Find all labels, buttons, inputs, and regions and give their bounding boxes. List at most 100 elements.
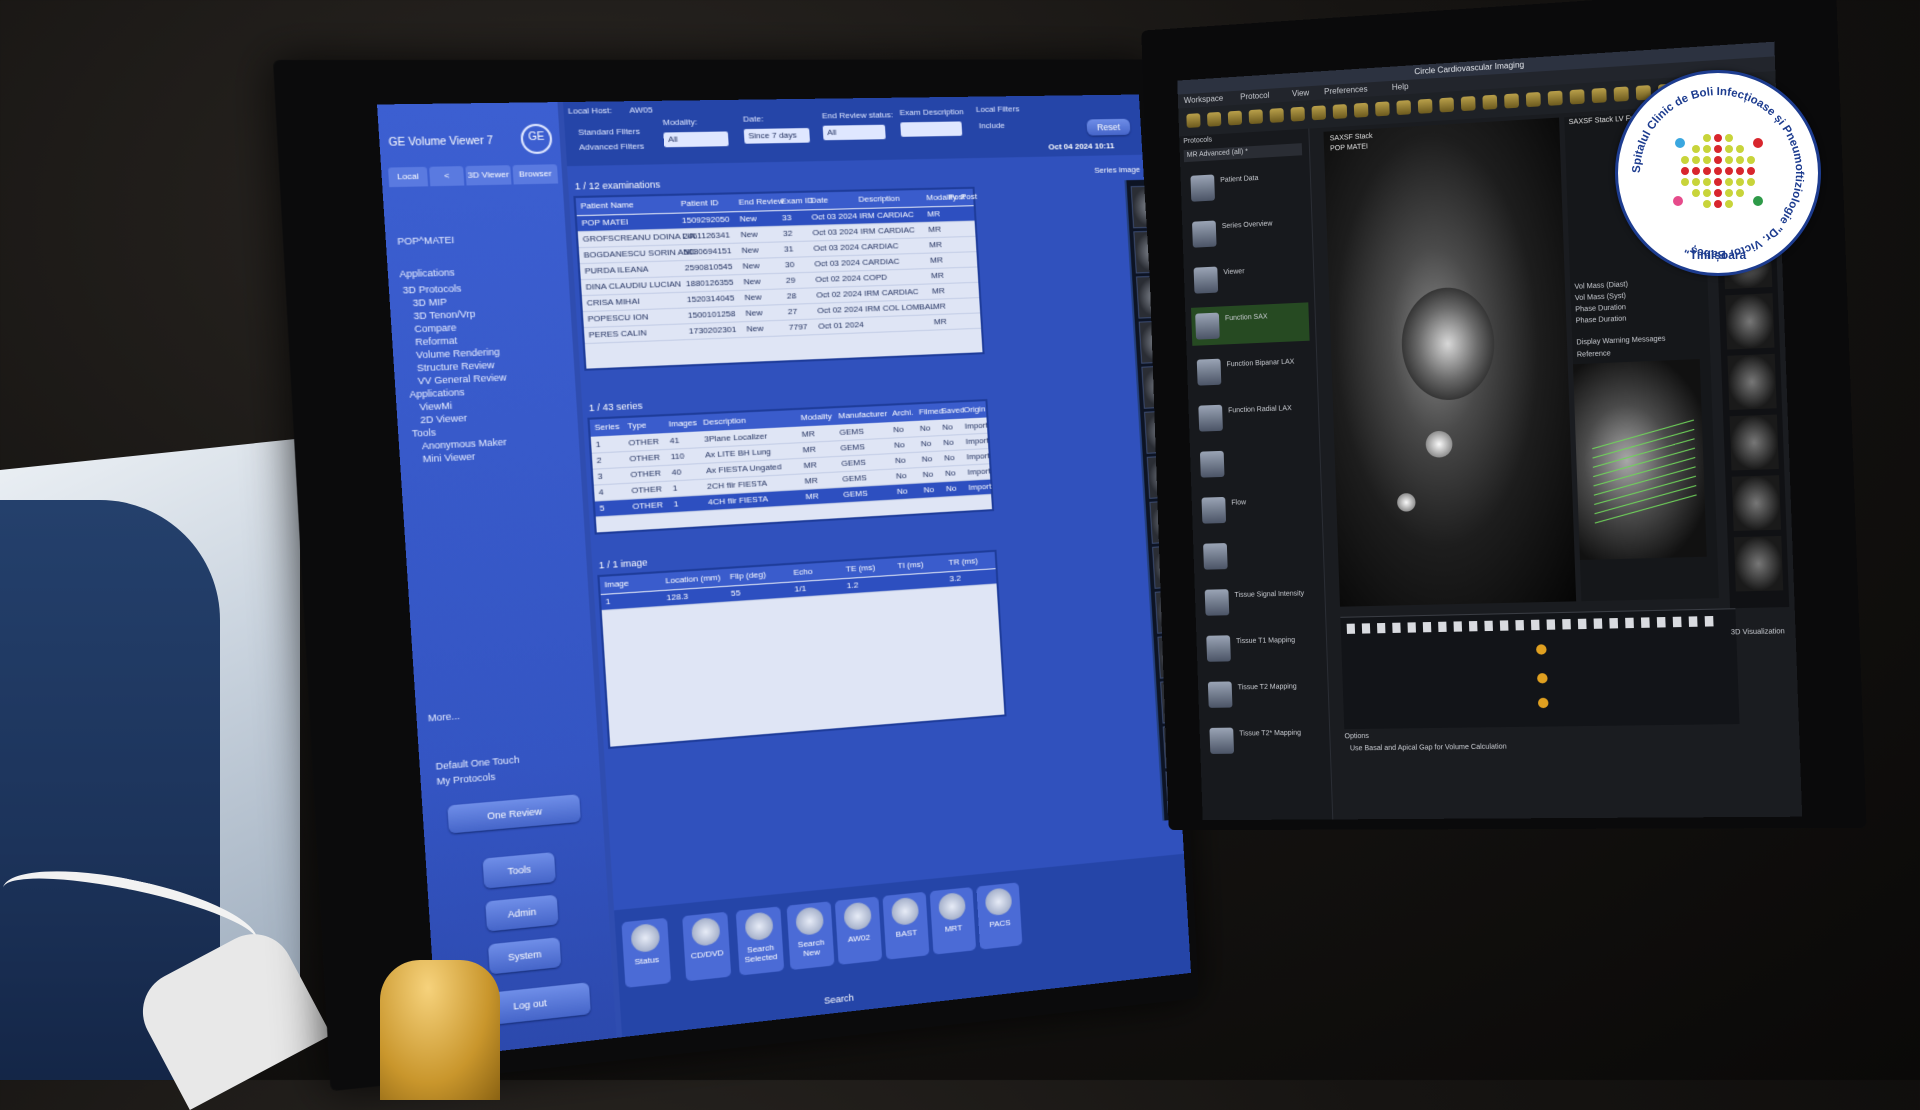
modality-select[interactable]: All xyxy=(663,131,728,147)
phase-tick[interactable] xyxy=(1377,623,1385,633)
slice-thumbnail[interactable] xyxy=(1730,415,1779,471)
toolbar-button[interactable]: AW02 xyxy=(835,896,882,964)
phase-tick[interactable] xyxy=(1347,624,1355,634)
column-header[interactable]: Images xyxy=(668,418,697,429)
phase-tick[interactable] xyxy=(1657,617,1666,628)
protocol-patient-data[interactable]: Patient Data xyxy=(1186,163,1304,208)
phase-tick[interactable] xyxy=(1673,617,1682,628)
menu-item[interactable]: Protocol xyxy=(1240,91,1270,102)
phase-tick[interactable] xyxy=(1689,616,1698,627)
column-header[interactable]: Manufacturer xyxy=(838,409,887,421)
toolbar-icon[interactable] xyxy=(1333,104,1348,119)
column-header[interactable]: Patient Name xyxy=(580,200,634,211)
toolbar-icon[interactable] xyxy=(1504,93,1519,108)
protocol-tissue-signal[interactable]: Tissue Signal Intensity xyxy=(1201,581,1320,622)
column-header[interactable]: Series xyxy=(594,422,619,433)
toolbar-icon[interactable] xyxy=(1396,100,1411,115)
column-header[interactable]: Exam ID xyxy=(781,196,814,206)
column-header[interactable]: Description xyxy=(703,416,746,427)
column-header[interactable]: Date xyxy=(810,195,828,205)
menu-item[interactable]: Workspace xyxy=(1184,94,1224,105)
phase-tick[interactable] xyxy=(1407,622,1416,632)
toolbar-icon[interactable] xyxy=(1482,95,1497,110)
column-header[interactable]: Image xyxy=(604,578,629,589)
protocol-series-overview[interactable]: Series Overview xyxy=(1188,210,1307,254)
toolbar-icon[interactable] xyxy=(1207,112,1221,127)
advanced-filters-radio[interactable]: Advanced Filters xyxy=(579,141,645,152)
phase-tick[interactable] xyxy=(1484,621,1493,631)
phase-timeline[interactable] xyxy=(1340,608,1739,729)
column-header[interactable]: TI (ms) xyxy=(897,560,924,571)
toolbar-button[interactable]: BAST xyxy=(882,892,929,960)
reset-button[interactable]: Reset xyxy=(1086,119,1130,136)
tab-browser[interactable]: Browser xyxy=(512,164,558,184)
protocol-3d[interactable] xyxy=(1196,442,1315,484)
system-button[interactable]: System xyxy=(488,937,561,974)
slice-thumbnail[interactable] xyxy=(1732,475,1781,531)
toolbar-button[interactable]: Search New xyxy=(787,901,835,970)
column-header[interactable]: Filmed xyxy=(919,406,944,416)
column-header[interactable]: Description xyxy=(858,194,900,204)
toolbar-button[interactable]: Search Selected xyxy=(736,906,785,975)
tools-button[interactable]: Tools xyxy=(483,852,556,889)
column-header[interactable]: Origin xyxy=(963,404,985,414)
date-select[interactable]: Since 7 days xyxy=(744,128,810,144)
protocol-flow[interactable]: Flow xyxy=(1197,488,1316,530)
phase-tick[interactable] xyxy=(1469,621,1478,631)
phase-tick[interactable] xyxy=(1625,618,1634,629)
tab-local[interactable]: Local xyxy=(388,167,428,187)
toolbar-icon[interactable] xyxy=(1570,89,1585,104)
toolbar-icon[interactable] xyxy=(1461,96,1476,111)
column-header[interactable]: End Review xyxy=(738,196,784,207)
toolbar-icon[interactable] xyxy=(1354,103,1369,118)
protocol-function-radial[interactable]: Function Radial LAX xyxy=(1194,395,1313,438)
toolbar-icon[interactable] xyxy=(1548,91,1563,106)
phase-tick[interactable] xyxy=(1453,621,1462,631)
column-header[interactable]: TR (ms) xyxy=(948,556,978,567)
protocol-function-sax[interactable]: Function SAX xyxy=(1191,302,1310,345)
phase-marker[interactable] xyxy=(1536,644,1547,654)
column-header[interactable]: Saved xyxy=(941,405,965,415)
phase-marker[interactable] xyxy=(1538,698,1549,708)
column-header[interactable]: Patient ID xyxy=(681,198,719,208)
menu-item[interactable]: View xyxy=(1292,88,1310,98)
phase-tick[interactable] xyxy=(1547,619,1556,629)
column-header[interactable]: Location (mm) xyxy=(665,573,721,586)
volume-calc-checkbox[interactable]: Use Basal and Apical Gap for Volume Calc… xyxy=(1350,743,1507,752)
toolbar-button[interactable]: CD/DVD xyxy=(682,912,731,982)
short-axis-mri-view[interactable]: SAXSF Stack POP MATEI xyxy=(1323,118,1576,607)
column-header[interactable]: Type xyxy=(627,420,646,430)
toolbar-icon[interactable] xyxy=(1312,105,1327,120)
toolbar-icon[interactable] xyxy=(1439,97,1454,112)
menu-item[interactable]: Preferences xyxy=(1324,84,1368,96)
tab-3d-viewer[interactable]: 3D Viewer xyxy=(465,165,511,185)
phase-marker[interactable] xyxy=(1537,673,1548,683)
protocol-strain[interactable] xyxy=(1199,534,1318,575)
protocol-t2star[interactable]: Tissue T2* Mapping xyxy=(1205,720,1324,760)
protocol-select[interactable]: MR Advanced (all) * xyxy=(1184,143,1303,162)
phase-tick[interactable] xyxy=(1515,620,1524,630)
slice-plane-line[interactable] xyxy=(1592,420,1694,450)
column-header[interactable]: Post xyxy=(961,192,978,202)
protocol-viewer[interactable]: Viewer xyxy=(1189,256,1308,300)
my-protocols[interactable]: My Protocols xyxy=(436,770,496,788)
toolbar-icon[interactable] xyxy=(1186,113,1200,128)
phase-tick[interactable] xyxy=(1500,620,1509,630)
one-review-button[interactable]: One Review xyxy=(447,794,581,833)
toolbar-icon[interactable] xyxy=(1592,88,1607,103)
long-axis-planning-view[interactable] xyxy=(1573,359,1707,560)
slice-thumbnail[interactable] xyxy=(1727,354,1776,410)
toolbar-button[interactable]: MRT xyxy=(930,887,977,955)
phase-tick[interactable] xyxy=(1438,622,1447,632)
review-status-select[interactable]: All xyxy=(823,125,886,141)
toolbar-icon[interactable] xyxy=(1290,107,1305,122)
phase-tick[interactable] xyxy=(1362,623,1370,633)
toolbar-button[interactable]: PACS xyxy=(976,882,1022,949)
toolbar-icon[interactable] xyxy=(1375,101,1390,116)
column-header[interactable]: Modality xyxy=(800,411,832,422)
phase-tick[interactable] xyxy=(1641,617,1650,628)
phase-tick[interactable] xyxy=(1609,618,1618,629)
display-warning-checkbox[interactable]: Display Warning Messages xyxy=(1576,336,1665,347)
phase-tick[interactable] xyxy=(1392,623,1400,633)
phase-tick[interactable] xyxy=(1423,622,1432,632)
